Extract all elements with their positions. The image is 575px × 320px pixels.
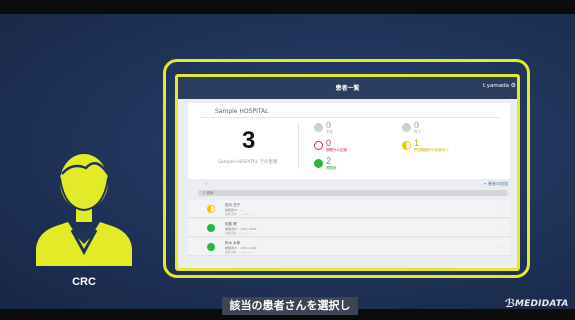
page-title: 患者一覧 (335, 85, 360, 92)
green-check-icon (207, 224, 215, 232)
green-check-icon (207, 243, 215, 251)
stat-label: 問題無 (326, 166, 337, 170)
app-header: 患者一覧 t.yamada ⚙ (178, 77, 517, 99)
stat-count: 1 (414, 138, 420, 148)
divider (200, 117, 500, 118)
search-placeholder: 検索 (206, 191, 214, 195)
yellow-half-icon (402, 141, 411, 150)
list-item[interactable]: 田中 花子 被験者ID : --- 最終記録 : ----/--/-- --:-… (188, 200, 510, 218)
summary-card: Sample HOSPITAL 3 Sample HOSPITAL での患者 0… (188, 103, 510, 179)
chevron-right-icon: › (498, 206, 500, 212)
patient-last-record: 最終記録 : ----/--/-- --:-- (225, 231, 255, 235)
crc-avatar-icon (36, 154, 132, 266)
patient-count-caption: Sample HOSPITAL での患者 (218, 160, 278, 165)
stat-label: 許容範囲内の記録あり (414, 148, 449, 152)
patient-last-record: 最終記録 : ----/--/-- --:-- (225, 250, 255, 254)
gray-dot-icon (314, 123, 323, 132)
stat-count: 2 (326, 156, 332, 166)
filter-icon[interactable]: ▿ (205, 181, 208, 187)
stat-label: 期間外の記録 (326, 148, 347, 152)
chevron-right-icon: › (498, 244, 500, 250)
hospital-name: Sample HOSPITAL (215, 108, 269, 115)
green-check-icon (314, 159, 323, 168)
medidata-logo-icon: ℬ (505, 297, 516, 310)
patient-count: 3 (242, 127, 256, 154)
user-name[interactable]: t.yamada (483, 83, 509, 89)
role-label: CRC (72, 276, 96, 288)
subtitle-caption: 該当の患者さんを選択し (229, 299, 351, 312)
patient-list: ▿ + 患者の追加 ⚲ 検索 田中 花子 被験者ID : --- 最終記録 : … (188, 181, 510, 268)
stat-label: 予定 (326, 130, 333, 134)
stat-label: 完了 (414, 130, 421, 134)
search-input[interactable]: ⚲ 検索 (198, 190, 508, 196)
list-item[interactable]: 佐藤 健 被験者ID : 1001-0001 最終記録 : ----/--/--… (188, 219, 510, 237)
stat-count: 0 (326, 120, 332, 130)
brand-name: MEDIDATA (515, 299, 569, 309)
divider-vertical (298, 123, 299, 169)
list-item[interactable]: 鈴木 太郎 被験者ID : 1001-0002 最終記録 : ----/--/-… (188, 238, 510, 256)
app-screen: 患者一覧 t.yamada ⚙ Sample HOSPITAL 3 Sample… (175, 74, 520, 271)
yellow-half-icon (207, 205, 215, 213)
stat-count: 0 (326, 138, 332, 148)
gray-check-icon (402, 123, 411, 132)
patient-last-record: 最終記録 : ----/--/-- --:-- (225, 212, 255, 216)
gear-icon[interactable]: ⚙ (511, 82, 516, 89)
letterbox-top (0, 0, 575, 14)
stat-count: 0 (414, 120, 420, 130)
add-patient-button[interactable]: + 患者の追加 (483, 181, 508, 187)
chevron-right-icon: › (498, 225, 500, 231)
pink-dots-icon (314, 141, 323, 150)
